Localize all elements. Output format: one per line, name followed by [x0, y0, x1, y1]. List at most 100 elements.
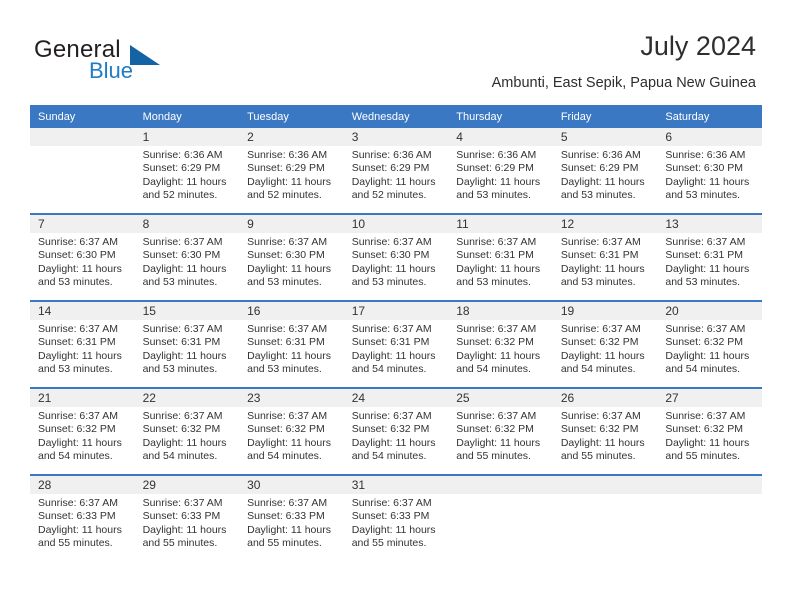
- day-details: Sunrise: 6:37 AM Sunset: 6:31 PM Daylight:…: [657, 233, 762, 290]
- daylight-line-2: and 53 minutes.: [38, 276, 113, 289]
- day-cell[interactable]: 21 Sunrise: 6:37 AM Sunset: 6:32 PM Dayligh…: [30, 387, 135, 475]
- sunset-line: Sunset: 6:32 PM: [560, 336, 639, 349]
- page-header: General Blue July 2024 Ambunti, East Sep…: [0, 0, 792, 100]
- day-cell[interactable]: 18 Sunrise: 6:37 AM Sunset: 6:32 PM Dayligh…: [448, 300, 553, 388]
- day-cell[interactable]: 24 Sunrise: 6:37 AM Sunset: 6:32 PM Dayligh…: [343, 387, 449, 475]
- sunset-line: Sunset: 6:33 PM: [247, 510, 325, 523]
- daylight-line-1: Daylight: 11 hours: [560, 175, 645, 188]
- day-cell[interactable]: 5 Sunrise: 6:36 AM Sunset: 6:29 PM Daylight…: [552, 128, 658, 214]
- sunset-line: Sunset: 6:32 PM: [247, 423, 325, 436]
- daylight-line-1: Daylight: 11 hours: [142, 175, 227, 188]
- day-cell[interactable]: 25 Sunrise: 6:37 AM Sunset: 6:32 PM Dayligh…: [448, 387, 553, 475]
- daylight-line-2: and 54 minutes.: [247, 450, 322, 463]
- week-row: 1 Sunrise: 6:36 AM Sunset: 6:29 PM Daylight…: [30, 128, 762, 214]
- day-cell[interactable]: 20 Sunrise: 6:37 AM Sunset: 6:32 PM Dayligh…: [657, 300, 762, 388]
- sunset-line: Sunset: 6:31 PM: [560, 249, 639, 262]
- day-cell[interactable]: 22 Sunrise: 6:37 AM Sunset: 6:32 PM Dayligh…: [134, 387, 240, 475]
- daylight-line-2: and 54 minutes.: [142, 450, 218, 463]
- sunrise-line: Sunrise: 6:37 AM: [142, 497, 223, 509]
- day-cell[interactable]: 9 Sunrise: 6:37 AM Sunset: 6:30 PM Daylight…: [239, 213, 344, 301]
- sunset-line: Sunset: 6:30 PM: [38, 249, 116, 262]
- day-cell[interactable]: 8 Sunrise: 6:37 AM Sunset: 6:30 PM Daylight…: [134, 213, 240, 301]
- day-cell[interactable]: 11 Sunrise: 6:37 AM Sunset: 6:31 PM Dayligh…: [448, 213, 553, 301]
- sunrise-line: Sunrise: 6:37 AM: [456, 323, 537, 335]
- day-details: Sunrise: 6:37 AM Sunset: 6:31 PM Daylight:…: [553, 233, 658, 290]
- day-cell[interactable]: 14 Sunrise: 6:37 AM Sunset: 6:31 PM Dayligh…: [30, 300, 135, 388]
- day-details: Sunrise: 6:37 AM Sunset: 6:33 PM Daylight:…: [30, 494, 135, 551]
- daylight-line-1: Daylight: 11 hours: [247, 175, 331, 188]
- daylight-line-2: and 53 minutes.: [142, 276, 218, 289]
- day-cell[interactable]: 2 Sunrise: 6:36 AM Sunset: 6:29 PM Daylight…: [239, 128, 344, 214]
- daylight-line-2: and 54 minutes.: [456, 363, 531, 376]
- day-cell[interactable]: 1 Sunrise: 6:36 AM Sunset: 6:29 PM Daylight…: [134, 128, 240, 214]
- daylight-line-1: Daylight: 11 hours: [38, 436, 122, 449]
- sunset-line: Sunset: 6:32 PM: [351, 423, 430, 436]
- day-cell[interactable]: 26 Sunrise: 6:37 AM Sunset: 6:32 PM Dayligh…: [552, 387, 658, 475]
- day-details: Sunrise: 6:37 AM Sunset: 6:32 PM Daylight:…: [344, 407, 449, 464]
- day-cell[interactable]: 27 Sunrise: 6:37 AM Sunset: 6:32 PM Dayligh…: [657, 387, 762, 475]
- day-cell[interactable]: 15 Sunrise: 6:37 AM Sunset: 6:31 PM Dayligh…: [134, 300, 240, 388]
- day-number: 2: [239, 128, 344, 146]
- week-row: 28 Sunrise: 6:37 AM Sunset: 6:33 PM Dayligh…: [30, 474, 762, 561]
- day-cell[interactable]: 3 Sunrise: 6:36 AM Sunset: 6:29 PM Daylight…: [343, 128, 449, 214]
- day-cell[interactable]: 30 Sunrise: 6:37 AM Sunset: 6:33 PM Dayligh…: [239, 474, 344, 561]
- sunset-line: Sunset: 6:29 PM: [142, 162, 221, 175]
- general-blue-logo[interactable]: General Blue: [34, 36, 214, 86]
- weekday-header-sunday: Sunday: [30, 105, 135, 128]
- day-cell[interactable]: 13 Sunrise: 6:37 AM Sunset: 6:31 PM Dayligh…: [657, 213, 762, 301]
- daylight-line-1: Daylight: 11 hours: [247, 349, 331, 362]
- day-cell[interactable]: [552, 474, 658, 561]
- day-details: Sunrise: 6:37 AM Sunset: 6:32 PM Daylight:…: [657, 320, 762, 377]
- sunset-line: Sunset: 6:30 PM: [142, 249, 221, 262]
- day-cell[interactable]: 6 Sunrise: 6:36 AM Sunset: 6:30 PM Daylight…: [657, 128, 762, 214]
- day-details: Sunrise: 6:37 AM Sunset: 6:32 PM Daylight:…: [657, 407, 762, 464]
- day-cell[interactable]: 4 Sunrise: 6:36 AM Sunset: 6:29 PM Daylight…: [448, 128, 553, 214]
- day-cell[interactable]: 10 Sunrise: 6:37 AM Sunset: 6:30 PM Dayligh…: [343, 213, 449, 301]
- sunset-line: Sunset: 6:32 PM: [665, 336, 744, 349]
- sunrise-line: Sunrise: 6:37 AM: [142, 323, 223, 335]
- daylight-line-2: and 53 minutes.: [38, 363, 113, 376]
- sunrise-line: Sunrise: 6:37 AM: [665, 236, 746, 248]
- title-block: July 2024 Ambunti, East Sepik, Papua New…: [492, 30, 756, 92]
- day-cell[interactable]: 7 Sunrise: 6:37 AM Sunset: 6:30 PM Daylight…: [30, 213, 135, 301]
- daylight-line-1: Daylight: 11 hours: [560, 436, 645, 449]
- day-cell[interactable]: 31 Sunrise: 6:37 AM Sunset: 6:33 PM Dayligh…: [343, 474, 449, 561]
- day-cell[interactable]: [657, 474, 762, 561]
- sunrise-line: Sunrise: 6:37 AM: [665, 410, 746, 422]
- sunrise-line: Sunrise: 6:37 AM: [351, 236, 432, 248]
- sunrise-line: Sunrise: 6:37 AM: [560, 323, 641, 335]
- sunset-line: Sunset: 6:33 PM: [142, 510, 221, 523]
- sunset-line: Sunset: 6:32 PM: [142, 423, 221, 436]
- weekday-header-monday: Monday: [134, 105, 240, 128]
- day-cell[interactable]: [30, 128, 135, 214]
- daylight-line-2: and 54 minutes.: [351, 450, 427, 463]
- day-cell[interactable]: 23 Sunrise: 6:37 AM Sunset: 6:32 PM Dayligh…: [239, 387, 344, 475]
- daylight-line-1: Daylight: 11 hours: [351, 262, 436, 275]
- day-number: 9: [239, 215, 344, 233]
- triangle-flag-icon: [130, 45, 160, 65]
- sunrise-line: Sunrise: 6:36 AM: [142, 149, 223, 161]
- daylight-line-1: Daylight: 11 hours: [142, 262, 227, 275]
- weekday-header-wednesday: Wednesday: [343, 105, 449, 128]
- day-cell[interactable]: 29 Sunrise: 6:37 AM Sunset: 6:33 PM Dayligh…: [134, 474, 240, 561]
- daylight-line-2: and 55 minutes.: [247, 537, 322, 550]
- day-cell[interactable]: 19 Sunrise: 6:37 AM Sunset: 6:32 PM Dayligh…: [552, 300, 658, 388]
- day-number: 3: [343, 128, 449, 146]
- day-number: 11: [448, 215, 553, 233]
- daylight-line-2: and 53 minutes.: [456, 189, 531, 202]
- sunrise-line: Sunrise: 6:37 AM: [38, 323, 118, 335]
- day-number: [448, 476, 553, 494]
- sunrise-line: Sunrise: 6:36 AM: [665, 149, 746, 161]
- sunset-line: Sunset: 6:29 PM: [456, 162, 534, 175]
- daylight-line-1: Daylight: 11 hours: [456, 436, 541, 449]
- day-cell[interactable]: 12 Sunrise: 6:37 AM Sunset: 6:31 PM Dayligh…: [552, 213, 658, 301]
- day-cell[interactable]: [448, 474, 553, 561]
- sunset-line: Sunset: 6:33 PM: [351, 510, 430, 523]
- sunrise-line: Sunrise: 6:37 AM: [247, 323, 328, 335]
- daylight-line-2: and 55 minutes.: [665, 450, 741, 463]
- day-cell[interactable]: 16 Sunrise: 6:37 AM Sunset: 6:31 PM Dayligh…: [239, 300, 344, 388]
- daylight-line-2: and 53 minutes.: [351, 276, 427, 289]
- day-cell[interactable]: 17 Sunrise: 6:37 AM Sunset: 6:31 PM Dayligh…: [343, 300, 449, 388]
- day-cell[interactable]: 28 Sunrise: 6:37 AM Sunset: 6:33 PM Dayligh…: [30, 474, 135, 561]
- day-number: 19: [552, 302, 658, 320]
